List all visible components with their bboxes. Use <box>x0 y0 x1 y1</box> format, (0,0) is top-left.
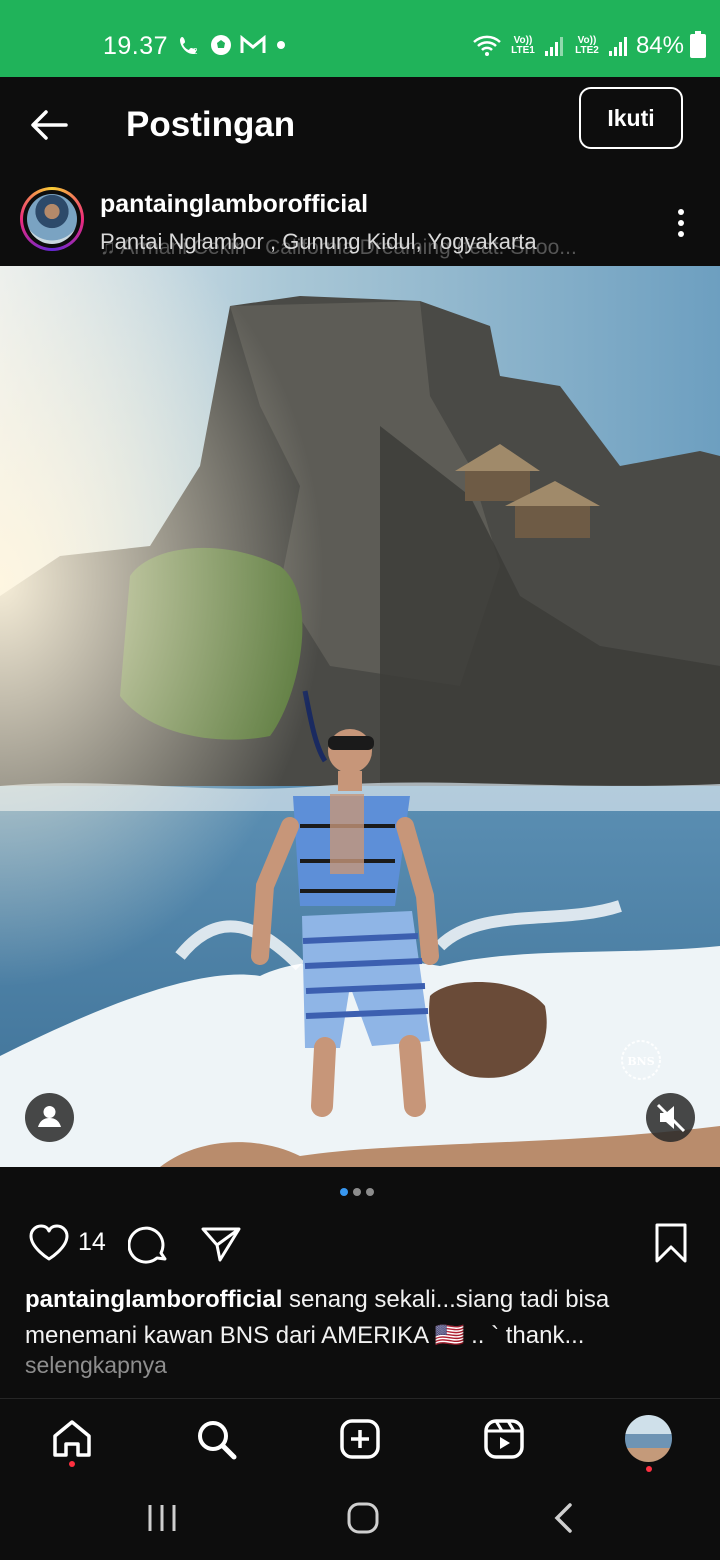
speaker-muted-icon <box>656 1103 686 1133</box>
post-photo[interactable]: BNS <box>0 266 720 1167</box>
tagged-users-button[interactable] <box>25 1093 74 1142</box>
mute-button[interactable] <box>646 1093 695 1142</box>
more-options-icon[interactable] <box>676 208 686 238</box>
search-icon[interactable] <box>194 1417 238 1461</box>
comment-icon[interactable] <box>128 1223 170 1265</box>
system-icons: Vo)) LTE1 Vo)) LTE2 84% <box>472 31 706 60</box>
call-icon: 2 <box>180 37 198 56</box>
notification-icons: 2 <box>178 34 288 56</box>
wifi-icon <box>473 35 501 56</box>
back-arrow-icon[interactable] <box>28 104 70 146</box>
battery-percent: 84% <box>635 32 684 59</box>
svg-text:BNS: BNS <box>627 1055 654 1068</box>
carousel-dot <box>340 1188 348 1196</box>
reels-icon[interactable] <box>482 1417 526 1461</box>
carousel-dot <box>353 1188 361 1196</box>
gmail-icon <box>240 35 266 53</box>
profile-avatar[interactable] <box>625 1415 672 1462</box>
share-icon[interactable] <box>200 1224 242 1264</box>
bookmark-icon[interactable] <box>653 1222 689 1264</box>
carousel-indicator <box>340 1188 374 1196</box>
bottom-nav <box>0 1398 720 1479</box>
home-icon[interactable] <box>50 1417 94 1461</box>
page-title: Postingan <box>126 105 296 144</box>
post-username[interactable]: pantainglamborofficial <box>100 190 368 219</box>
home-button-icon[interactable] <box>345 1500 381 1536</box>
person-icon <box>38 1106 61 1127</box>
profile-notification-dot <box>646 1466 652 1472</box>
post-header: ♫ Armani Cekin - California Dreaming (fe… <box>0 177 720 266</box>
like-count[interactable]: 14 <box>78 1228 106 1257</box>
avatar[interactable] <box>20 187 84 251</box>
status-time: 19.37 <box>103 32 169 60</box>
system-back-icon[interactable] <box>552 1502 576 1534</box>
recent-apps-icon[interactable] <box>145 1502 179 1534</box>
create-post-icon[interactable] <box>338 1417 382 1461</box>
follow-button[interactable]: Ikuti <box>579 87 683 149</box>
svg-text:2: 2 <box>193 47 198 56</box>
app-bar: Postingan Ikuti <box>0 77 720 177</box>
system-navigation-bar <box>0 1478 720 1560</box>
signal-icon <box>544 37 563 56</box>
sim2-tag: Vo)) LTE2 <box>575 35 599 56</box>
status-bar: 19.37 2 Vo)) LTE1 Vo)) LTE2 84% <box>0 0 720 77</box>
dot-icon <box>277 41 285 49</box>
carousel-dot <box>366 1188 374 1196</box>
post-location[interactable]: Pantai Nglambor , Gunung Kidul, Yogyakar… <box>100 229 537 255</box>
see-more-link[interactable]: selengkapnya <box>25 1352 167 1379</box>
signal-icon <box>608 37 627 56</box>
home-notification-dot <box>69 1461 75 1467</box>
post-actions: 14 <box>0 1218 720 1268</box>
caption-username[interactable]: pantainglamborofficial <box>25 1286 282 1313</box>
soccer-ball-icon <box>211 35 231 55</box>
post-caption: pantainglamborofficial senang sekali...s… <box>25 1282 695 1354</box>
sim1-tag: Vo)) LTE1 <box>511 35 535 56</box>
battery-icon <box>690 31 706 58</box>
heart-icon[interactable] <box>28 1224 70 1262</box>
